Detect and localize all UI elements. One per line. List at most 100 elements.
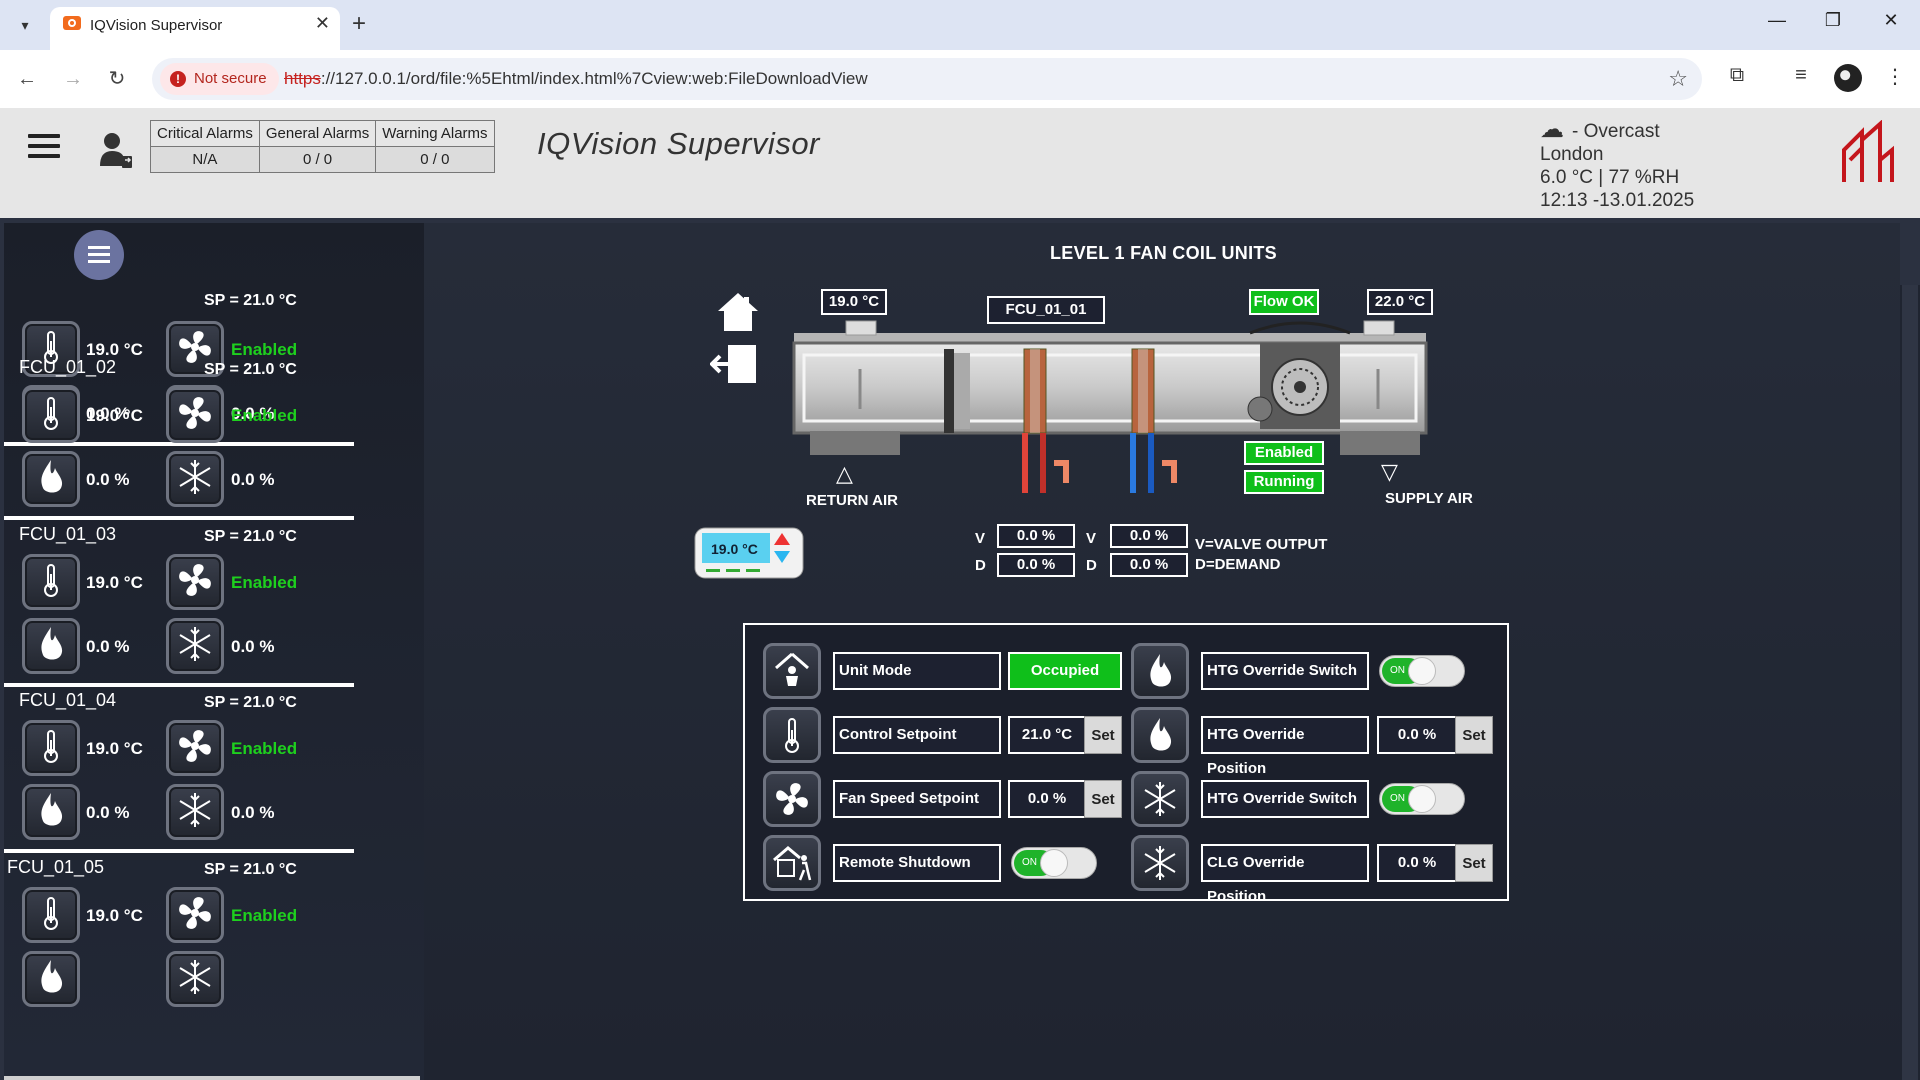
- unit-mode-button[interactable]: [763, 643, 821, 699]
- weather-datetime: 12:13 -13.01.2025: [1540, 190, 1695, 211]
- fcu-name[interactable]: FCU_01_05: [7, 857, 104, 878]
- thermometer-icon: [41, 728, 61, 769]
- extensions-icon[interactable]: ⧉: [1722, 64, 1752, 87]
- thermometer-icon: [785, 718, 799, 753]
- fcu-card[interactable]: FCU_01_04 SP = 21.0 °C 19.0 °C Enabled 0.0 %…: [4, 686, 354, 853]
- htg-override-position-value[interactable]: 0.0 %: [1377, 716, 1457, 754]
- fan-status: Enabled: [231, 573, 298, 592]
- htg-override-position-button[interactable]: [1131, 707, 1189, 763]
- not-secure-chip[interactable]: ! Not secure: [160, 63, 279, 95]
- htg-override-position-set-button[interactable]: Set: [1455, 716, 1493, 754]
- htg-override-switch-2-button[interactable]: [1131, 771, 1189, 827]
- back-arrow-icon[interactable]: ←: [12, 64, 42, 94]
- remote-shutdown-button[interactable]: [763, 835, 821, 891]
- fan-speed-setpoint-label: Fan Speed Setpoint: [833, 780, 1001, 818]
- browser-tab[interactable]: IQVision Supervisor ✕: [50, 7, 340, 50]
- cooling-output: 0.0 %: [231, 803, 275, 822]
- page-title: LEVEL 1 FAN COIL UNITS: [1050, 243, 1277, 263]
- heating-button[interactable]: [22, 451, 80, 507]
- supply-temp-readout[interactable]: 22.0 °C: [1367, 289, 1433, 315]
- vertical-scrollbar[interactable]: [1900, 285, 1920, 1080]
- control-setpoint-button[interactable]: [763, 707, 821, 763]
- fcu-card[interactable]: FCU_01_03 SP = 21.0 °C 19.0 °C Enabled 0.0 %…: [4, 520, 354, 687]
- warning-icon: !: [170, 71, 186, 87]
- cooling-button[interactable]: [166, 618, 224, 674]
- user-logout-icon[interactable]: [98, 130, 134, 170]
- return-temp-readout[interactable]: 19.0 °C: [821, 289, 887, 315]
- cooling-v-label: V: [1086, 530, 1097, 547]
- fcu-name[interactable]: FCU_01_04: [19, 690, 116, 711]
- heating-button[interactable]: [22, 951, 80, 1007]
- tab-close-icon[interactable]: ✕: [315, 13, 330, 34]
- cloud-icon: ☁: [1540, 116, 1564, 143]
- htg-override-switch-button[interactable]: [1131, 643, 1189, 699]
- fcu-name[interactable]: FCU_01_02: [19, 357, 116, 378]
- minimize-icon[interactable]: —: [1762, 10, 1792, 31]
- temperature-button[interactable]: [22, 554, 80, 610]
- htg-override-2-toggle[interactable]: ON: [1379, 783, 1465, 815]
- fcu-card[interactable]: FCU_01_02 SP = 21.0 °C 19.0 °C Enabled 0.0 %…: [4, 353, 354, 520]
- restore-icon[interactable]: ❐: [1818, 10, 1848, 31]
- tab-search-chevron-icon[interactable]: ▾: [10, 10, 40, 40]
- heating-valve-output: 0.0 %: [997, 524, 1075, 548]
- exit-icon[interactable]: [710, 343, 760, 385]
- htg-override-switch-2-label: HTG Override Switch: [1201, 780, 1369, 818]
- heating-button[interactable]: [22, 618, 80, 674]
- fan-speed-setpoint-value[interactable]: 0.0 %: [1008, 780, 1086, 818]
- clg-override-position-set-button[interactable]: Set: [1455, 844, 1493, 882]
- unit-mode-value[interactable]: Occupied: [1008, 652, 1122, 690]
- return-air-label: RETURN AIR: [806, 492, 898, 509]
- unit-name-label: FCU_01_01: [987, 296, 1105, 324]
- temperature-button[interactable]: [22, 887, 80, 943]
- bookmark-star-icon[interactable]: ☆: [1668, 66, 1688, 92]
- house-person-icon: [775, 652, 809, 686]
- fan-button[interactable]: [166, 887, 224, 943]
- url-text[interactable]: https://127.0.0.1/ord/file:%5Ehtml/index…: [284, 69, 868, 89]
- temperature-button[interactable]: [22, 387, 80, 443]
- general-alarms-value[interactable]: 0 / 0: [258, 146, 377, 173]
- cooling-button[interactable]: [166, 951, 224, 1007]
- reload-icon[interactable]: ↻: [102, 64, 132, 94]
- clg-override-position-button[interactable]: [1131, 835, 1189, 891]
- heating-button[interactable]: [22, 784, 80, 840]
- hamburger-menu-icon[interactable]: [28, 134, 60, 162]
- control-setpoint-value[interactable]: 21.0 °C: [1008, 716, 1086, 754]
- thermometer-icon: [41, 395, 61, 436]
- warning-alarms-value[interactable]: 0 / 0: [375, 146, 495, 173]
- horizontal-scrollbar[interactable]: [4, 1076, 420, 1080]
- toggle-knob: [1408, 785, 1436, 813]
- temperature-button[interactable]: [22, 720, 80, 776]
- flame-icon: [1150, 654, 1172, 687]
- fan-speed-setpoint-button[interactable]: [763, 771, 821, 827]
- home-icon[interactable]: [716, 289, 760, 333]
- building-logo-icon: [1842, 120, 1894, 182]
- fan-button[interactable]: [166, 387, 224, 443]
- supply-air-label: SUPPLY AIR: [1385, 490, 1473, 507]
- cooling-d-label: D: [1086, 557, 1097, 574]
- window-close-icon[interactable]: ✕: [1876, 10, 1906, 31]
- new-tab-plus-icon[interactable]: +: [352, 10, 366, 38]
- fan-button[interactable]: [166, 720, 224, 776]
- cooling-button[interactable]: [166, 451, 224, 507]
- remote-shutdown-toggle[interactable]: ON: [1011, 847, 1097, 879]
- address-bar[interactable]: ! Not secure https://127.0.0.1/ord/file:…: [152, 58, 1702, 100]
- fan-speed-set-button[interactable]: Set: [1084, 780, 1122, 818]
- fan-icon: [176, 394, 214, 437]
- critical-alarms-value[interactable]: N/A: [150, 146, 260, 173]
- control-setpoint-set-button[interactable]: Set: [1084, 716, 1122, 754]
- fan-button[interactable]: [166, 554, 224, 610]
- browser-menu-icon[interactable]: ⋮: [1880, 64, 1910, 89]
- alarm-summary-table: Critical Alarms General Alarms Warning A…: [150, 120, 495, 173]
- fcu-card[interactable]: FCU_01_05 SP = 21.0 °C 19.0 °C Enabled: [4, 853, 354, 1020]
- fcu-name[interactable]: FCU_01_03: [19, 524, 116, 545]
- media-control-icon[interactable]: ≡: [1786, 64, 1816, 87]
- general-alarms-header: General Alarms: [258, 120, 377, 147]
- snowflake-icon: [1144, 782, 1176, 816]
- forward-arrow-icon[interactable]: →: [58, 64, 88, 94]
- fan-icon: [176, 561, 214, 604]
- clg-override-position-value[interactable]: 0.0 %: [1377, 844, 1457, 882]
- htg-override-toggle[interactable]: ON: [1379, 655, 1465, 687]
- heating-d-label: D: [975, 557, 986, 574]
- cooling-button[interactable]: [166, 784, 224, 840]
- profile-avatar[interactable]: [1834, 64, 1862, 92]
